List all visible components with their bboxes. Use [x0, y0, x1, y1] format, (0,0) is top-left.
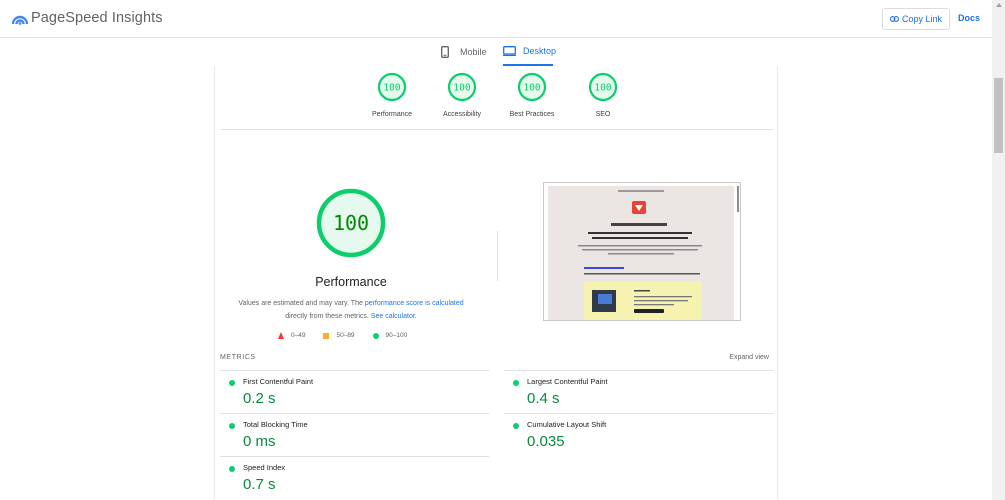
page-scrollbar[interactable]: [992, 0, 1005, 500]
legend-range: 50–89: [336, 332, 355, 339]
score-ring: 100: [588, 72, 618, 102]
docs-link[interactable]: Docs: [958, 13, 980, 23]
legend-range: 90–100: [385, 332, 408, 339]
desc-text-2: directly from these metrics.: [285, 313, 371, 320]
phone-icon: [441, 46, 449, 58]
metrics-heading: METRICS: [220, 354, 256, 361]
performance-big-gauge: 100: [316, 188, 386, 258]
monitor-icon: [503, 46, 516, 56]
gauge-best-practices[interactable]: 100 Best Practices: [497, 72, 567, 118]
metric-value: 0.035: [527, 433, 565, 450]
metric-divider: [220, 413, 489, 414]
device-tabs: Mobile Desktop: [0, 38, 992, 66]
gauge-seo[interactable]: 100 SEO: [568, 72, 638, 118]
metric-name: Total Blocking Time: [243, 420, 308, 429]
pagespeed-logo-icon[interactable]: [12, 11, 28, 25]
gauge-score: 100: [453, 82, 470, 93]
score-ring: 100: [447, 72, 477, 102]
gauge-score: 100: [523, 82, 540, 93]
triangle-icon: [278, 332, 284, 339]
expand-view-button[interactable]: Expand view: [729, 354, 769, 361]
gauge-label: Accessibility: [442, 111, 482, 118]
metric-name: Largest Contentful Paint: [527, 377, 608, 386]
pass-circle-icon: [513, 423, 519, 429]
metric-value: 0.2 s: [243, 390, 276, 407]
gauge-label: Best Practices: [509, 111, 555, 118]
screenshot-preview: [548, 186, 734, 320]
see-calculator-link[interactable]: See calculator.: [371, 313, 417, 320]
gauge-performance[interactable]: 100 Performance: [357, 72, 427, 118]
pass-circle-icon: [229, 423, 235, 429]
tab-desktop-label: Desktop: [523, 46, 557, 56]
performance-score: 100: [333, 211, 369, 235]
tab-mobile[interactable]: Mobile: [441, 46, 487, 58]
copy-link-button[interactable]: Copy Link: [882, 8, 950, 30]
vertical-divider: [497, 231, 498, 281]
performance-title: Performance: [315, 275, 387, 289]
score-ring: 100: [517, 72, 547, 102]
metric-value: 0.4 s: [527, 390, 560, 407]
pass-circle-icon: [229, 466, 235, 472]
pass-circle-icon: [229, 380, 235, 386]
metric-value: 0 ms: [243, 433, 276, 450]
legend-average: 50–89: [323, 332, 355, 339]
metric-divider: [504, 370, 773, 371]
metric-value: 0.7 s: [243, 476, 276, 493]
performance-description: Values are estimated and may vary. The p…: [231, 297, 471, 323]
legend-range: 0–49: [291, 332, 306, 339]
score-ring: 100: [377, 72, 407, 102]
gauge-label: SEO: [595, 111, 611, 118]
category-gauges: 100 Performance 100 Accessibility 100 Be…: [215, 72, 779, 130]
screenshot-scrollbar: [737, 186, 739, 212]
metric-divider: [504, 413, 773, 414]
gauge-score: 100: [383, 82, 400, 93]
gauge-accessibility[interactable]: 100 Accessibility: [427, 72, 497, 118]
app-title[interactable]: PageSpeed Insights: [31, 10, 163, 26]
metric-divider: [220, 370, 489, 371]
report-card: 100 Performance 100 Accessibility 100 Be…: [214, 66, 778, 500]
copy-link-label: Copy Link: [901, 14, 943, 24]
score-calculated-link[interactable]: performance score is calculated: [365, 300, 464, 307]
metric-name: Cumulative Layout Shift: [527, 420, 607, 429]
tab-desktop[interactable]: Desktop: [503, 46, 556, 56]
top-app-bar: PageSpeed Insights Copy Link Docs: [0, 0, 992, 38]
final-screenshot[interactable]: [543, 182, 741, 321]
desc-text-1: Values are estimated and may vary. The: [238, 300, 365, 307]
score-legend: 0–49 50–89 90–100: [278, 332, 407, 339]
gauge-label: Performance: [371, 111, 413, 118]
scroll-up-arrow-icon[interactable]: [996, 3, 1002, 7]
tab-mobile-label: Mobile: [460, 47, 487, 57]
gauge-score: 100: [594, 82, 611, 93]
legend-fail: 0–49: [278, 332, 305, 339]
pass-circle-icon: [513, 380, 519, 386]
scrollbar-thumb[interactable]: [994, 78, 1003, 153]
link-icon: [890, 16, 899, 22]
legend-pass: 90–100: [372, 332, 408, 339]
square-icon: [323, 332, 330, 339]
section-divider: [221, 129, 773, 130]
metric-divider: [220, 456, 489, 457]
metric-name: Speed Index: [243, 463, 286, 472]
circle-icon: [372, 332, 379, 339]
metric-name: First Contentful Paint: [243, 377, 314, 386]
